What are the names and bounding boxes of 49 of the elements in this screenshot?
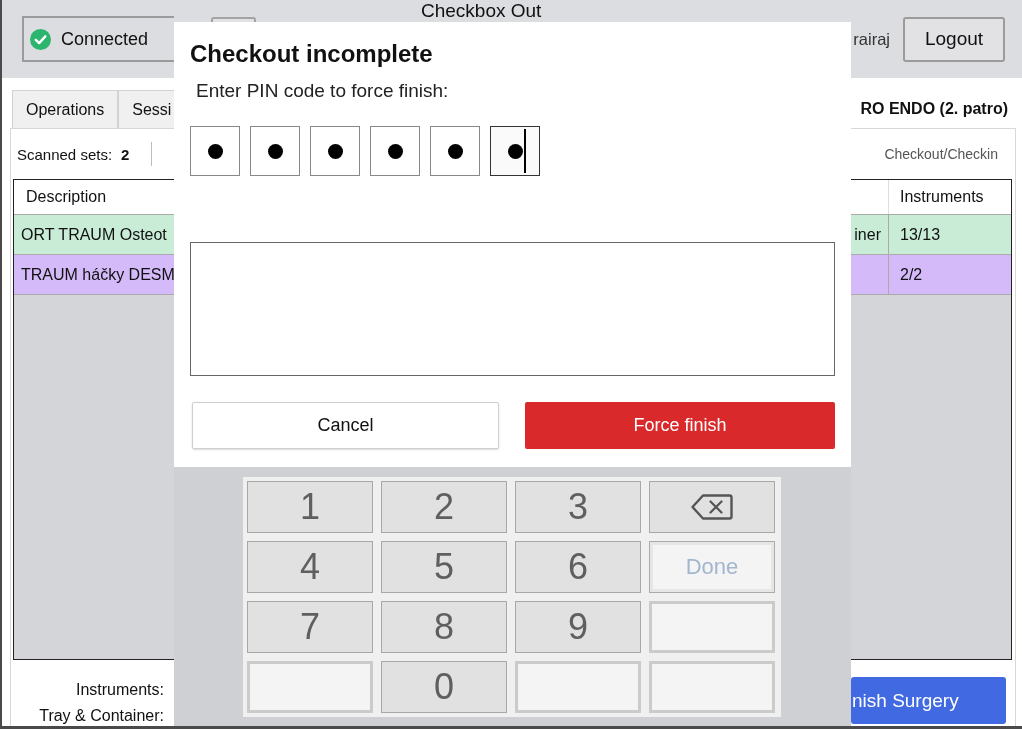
digit-key[interactable]: 1 bbox=[247, 481, 373, 533]
pin-dot-icon bbox=[267, 143, 283, 159]
cancel-button[interactable]: Cancel bbox=[192, 402, 499, 449]
digit-key[interactable]: 0 bbox=[381, 661, 507, 713]
pin-digit-field[interactable] bbox=[190, 126, 240, 176]
pin-dot-icon bbox=[207, 143, 223, 159]
digit-key[interactable]: 8 bbox=[381, 601, 507, 653]
pin-dot-icon bbox=[507, 143, 523, 159]
digit-key[interactable]: 4 bbox=[247, 541, 373, 593]
backspace-key[interactable] bbox=[649, 481, 775, 533]
pin-digit-field[interactable] bbox=[430, 126, 480, 176]
force-finish-button[interactable]: Force finish bbox=[525, 402, 835, 449]
digit-key[interactable]: 3 bbox=[515, 481, 641, 533]
location-label: RO ENDO (2. patro) bbox=[860, 100, 1008, 118]
connection-label: Connected bbox=[61, 28, 149, 50]
pin-dot-icon bbox=[447, 143, 463, 159]
logout-button[interactable]: Logout bbox=[903, 16, 1005, 62]
pin-dot-icon bbox=[327, 143, 343, 159]
scanned-sets-label: Scanned sets: bbox=[17, 145, 113, 163]
table-cell: iner bbox=[854, 225, 881, 244]
table-cell: 13/13 bbox=[900, 225, 941, 244]
pin-digit-field[interactable] bbox=[250, 126, 300, 176]
mode-link[interactable]: Checkout/Checkin bbox=[884, 146, 998, 162]
summary-label: Instruments: bbox=[75, 680, 164, 700]
column-header: Description bbox=[26, 188, 107, 206]
summary-label: Tray & Container: bbox=[39, 706, 164, 726]
pin-digit-field[interactable] bbox=[370, 126, 420, 176]
app-title: Checkbox Out bbox=[421, 0, 542, 21]
digit-key[interactable]: 6 bbox=[515, 541, 641, 593]
dialog-prompt: Enter PIN code to force finish: bbox=[195, 80, 450, 102]
table-cell: TRAUM háčky DESM bbox=[21, 265, 175, 284]
table-cell: ORT TRAUM Osteot bbox=[21, 225, 167, 244]
backspace-icon bbox=[691, 494, 733, 520]
pin-digit-field[interactable] bbox=[490, 126, 540, 176]
digit-key[interactable]: 7 bbox=[247, 601, 373, 653]
tab[interactable]: Operations bbox=[12, 90, 119, 128]
finish-surgery-button[interactable]: nish Surgery bbox=[851, 677, 1006, 724]
digit-key[interactable]: 9 bbox=[515, 601, 641, 653]
pin-digit-field[interactable] bbox=[310, 126, 360, 176]
digit-key[interactable]: 5 bbox=[381, 541, 507, 593]
column-header: Instruments bbox=[900, 188, 984, 206]
user-name: rairaj bbox=[853, 29, 890, 49]
dialog-title: Checkout incomplete bbox=[190, 40, 434, 68]
digit-key[interactable]: 2 bbox=[381, 481, 507, 533]
pin-dot-icon bbox=[387, 143, 403, 159]
table-cell: 2/2 bbox=[900, 265, 923, 284]
text-area-field[interactable] bbox=[190, 242, 835, 376]
scanned-sets-count: 2 bbox=[121, 145, 130, 163]
tab[interactable]: Sessi bbox=[118, 90, 174, 128]
